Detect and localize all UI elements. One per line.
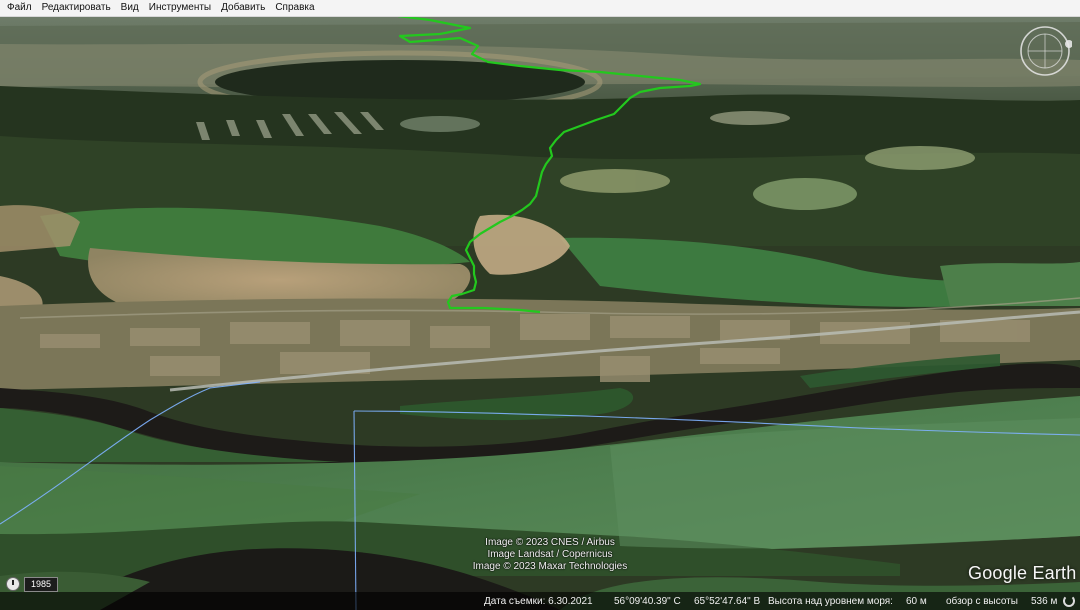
historical-year[interactable]: 1985 [24, 576, 59, 592]
menu-help[interactable]: Справка [270, 0, 319, 16]
streaming-icon [1063, 595, 1075, 607]
attribution-line: Image © 2023 CNES / Airbus [485, 537, 615, 548]
eye-altitude-value: 536 м [1031, 595, 1058, 607]
google-earth-logo: Google Earth [968, 563, 1077, 583]
historical-imagery-control[interactable]: 1985 [6, 576, 59, 592]
menu-file[interactable]: Файл [0, 0, 37, 16]
menu-edit[interactable]: Редактировать [37, 0, 116, 16]
menu-tools[interactable]: Инструменты [144, 0, 216, 16]
status-bar: Дата съемки: 6.30.2021 56°09'40.39" С 65… [0, 592, 1080, 610]
satellite-terrain [0, 16, 1080, 610]
meadow-right [560, 237, 1000, 307]
map-viewport[interactable]: Image © 2023 CNES / Airbus Image Landsat… [0, 16, 1080, 610]
menu-add[interactable]: Добавить [216, 0, 270, 16]
elevation-value: 60 м [906, 595, 927, 607]
imagery-attribution: Image © 2023 CNES / Airbus Image Landsat… [440, 537, 660, 573]
capture-date: Дата съемки: 6.30.2021 [484, 595, 593, 607]
longitude-readout: 65°52'47.64" В [694, 595, 761, 607]
clock-icon[interactable] [6, 577, 20, 591]
elevation-label: Высота над уровнем моря: [768, 595, 893, 607]
latitude-readout: 56°09'40.39" С [614, 595, 681, 607]
menu-bar: Файл Редактировать Вид Инструменты Добав… [0, 0, 1080, 17]
attribution-line: Image Landsat / Copernicus [487, 549, 613, 560]
compass-icon[interactable] [1018, 24, 1072, 78]
menu-view[interactable]: Вид [116, 0, 144, 16]
eye-altitude-label: обзор с высоты [946, 595, 1018, 607]
attribution-line: Image © 2023 Maxar Technologies [472, 561, 628, 572]
